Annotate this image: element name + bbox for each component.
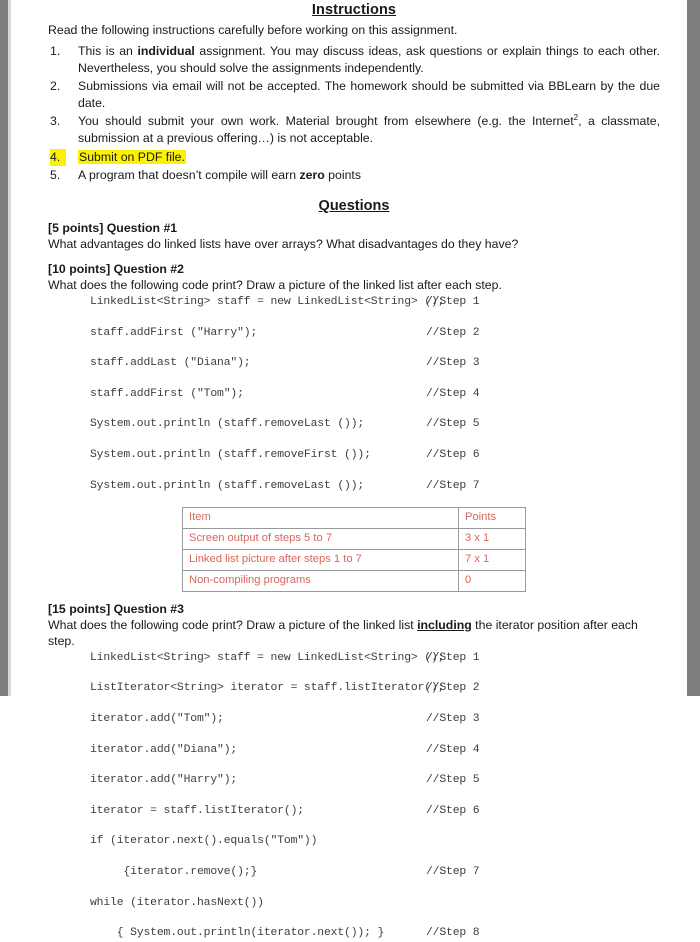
rubric-cell-item: Item: [182, 506, 459, 529]
questions-heading: Questions: [318, 198, 390, 214]
code-line: iterator.add("Harry"); //Step 5: [90, 773, 660, 788]
code-line-source: ListIterator<String> iterator = staff.li…: [90, 682, 445, 695]
scan-left-edge: [0, 0, 8, 696]
rubric-body: Item Points Screen output of steps 5 to 73…: [182, 506, 526, 592]
question-2-rubric-table: Item Points Screen output of steps 5 to 73…: [182, 506, 526, 592]
instruction-item-2: Submissions via email will not be accept…: [48, 78, 660, 112]
code-line-source: LinkedList<String> staff = new LinkedLis…: [90, 296, 445, 308]
code-line-step-comment: //Step 1: [426, 296, 480, 308]
code-line-step-comment: //Step 7: [426, 866, 480, 879]
instructions-lead: Read the following instructions carefull…: [48, 23, 458, 37]
code-line: System.out.println (staff.removeLast ())…: [90, 479, 660, 494]
code-line-step-comment: //Step 5: [426, 774, 480, 787]
code-line: System.out.println (staff.removeLast ())…: [90, 417, 660, 432]
code-line-step-comment: //Step 5: [426, 418, 480, 431]
code-line-source: iterator = staff.listIterator();: [90, 804, 304, 817]
code-line-source: iterator.add("Harry");: [90, 774, 238, 787]
code-line: { System.out.println(iterator.next()); }…: [90, 926, 660, 941]
code-line: LinkedList<String> staff = new LinkedLis…: [90, 651, 660, 666]
question-3-body: What does the following code print? Draw…: [48, 617, 660, 649]
question-2-body: What does the following code print? Draw…: [48, 278, 502, 292]
rubric-cell-item: Screen output of steps 5 to 7: [182, 527, 459, 550]
code-line: LinkedList<String> staff = new LinkedLis…: [90, 295, 660, 310]
code-line-step-comment: //Step 8: [426, 927, 480, 940]
code-line-source: while (iterator.hasNext()): [90, 896, 264, 909]
code-line: if (iterator.next().equals("Tom")): [90, 834, 660, 849]
instruction-2-text: Submissions via email will not be accept…: [78, 79, 660, 110]
code-line: iterator.add("Tom"); //Step 3: [90, 712, 660, 727]
code-line: iterator = staff.listIterator(); //Step 6: [90, 804, 660, 819]
code-line: ListIterator<String> iterator = staff.li…: [90, 681, 660, 696]
rubric-cell-points: 3 x 1: [458, 527, 526, 550]
code-line: {iterator.remove();} //Step 7: [90, 865, 660, 880]
instruction-1-pre: This is an: [78, 44, 138, 58]
instruction-item-5: A program that doesn’t compile will earn…: [48, 167, 660, 184]
question-3-title: [15 points] Question #3: [48, 601, 184, 616]
question-2-title: [10 points] Question #2: [48, 262, 184, 276]
code-line: while (iterator.hasNext()): [90, 896, 660, 911]
document-content: Instructions Read the following instruct…: [48, 0, 660, 942]
code-line: staff.addLast ("Diana"); //Step 3: [90, 356, 660, 371]
code-line-step-comment: //Step 6: [426, 448, 480, 461]
code-line-step-comment: //Step 1: [426, 651, 480, 664]
question-2-block: [10 points] Question #2 What does the fo…: [48, 262, 660, 592]
instructions-heading: Instructions: [311, 2, 397, 18]
code-line-step-comment: //Step 7: [426, 479, 480, 492]
instructions-list: This is an individual assignment. You ma…: [48, 43, 660, 184]
scan-right-edge: [687, 0, 700, 696]
code-line-source: System.out.println (staff.removeFirst ()…: [90, 448, 371, 461]
question-1-block: [5 points] Question #1 What advantages d…: [48, 221, 660, 252]
document-page: Instructions Read the following instruct…: [0, 0, 700, 939]
instruction-item-4: Submit on PDF file.: [48, 149, 186, 166]
code-line-source: iterator.add("Diana");: [90, 743, 238, 756]
code-line-step-comment: //Step 3: [426, 357, 480, 370]
code-line-source: staff.addFirst ("Harry");: [90, 326, 258, 339]
code-line-step-comment: //Step 6: [426, 804, 480, 817]
code-line-source: System.out.println (staff.removeLast ())…: [90, 418, 365, 431]
code-line-source: System.out.println (staff.removeLast ())…: [90, 479, 365, 492]
instruction-4-text: Submit on PDF file.: [78, 150, 186, 164]
rubric-row: Screen output of steps 5 to 73 x 1: [182, 527, 526, 550]
rubric-row: Linked list picture after steps 1 to 77 …: [182, 548, 526, 571]
question-3-body-pre: What does the following code print? Draw…: [48, 617, 418, 632]
question-3-block: [15 points] Question #3 What does the fo…: [48, 602, 660, 942]
instruction-1-emphasis: individual: [137, 44, 195, 58]
rubric-cell-points: Points: [458, 506, 526, 529]
rubric-header-row: Item Points: [182, 506, 526, 529]
instruction-5-post: points: [324, 168, 361, 182]
rubric-cell-item: Linked list picture after steps 1 to 7: [182, 548, 459, 571]
rubric-cell-points: 7 x 1: [458, 548, 526, 571]
question-2-code-block: LinkedList<String> staff = new LinkedLis…: [48, 295, 660, 494]
question-2-rubric-wrapper: Item Points Screen output of steps 5 to 73…: [48, 506, 660, 592]
rubric-cell-item: Non-compiling programs: [182, 569, 459, 592]
code-line: System.out.println (staff.removeFirst ()…: [90, 448, 660, 463]
code-line-step-comment: //Step 4: [426, 387, 480, 400]
code-line-step-comment: //Step 2: [426, 326, 480, 339]
rubric-cell-points: 0: [458, 569, 526, 592]
code-line-step-comment: //Step 2: [426, 682, 480, 695]
code-line: staff.addFirst ("Tom"); //Step 4: [90, 387, 660, 402]
code-line-source: staff.addFirst ("Tom");: [90, 387, 244, 400]
question-1-title: [5 points] Question #1: [48, 221, 178, 235]
code-line-step-comment: //Step 4: [426, 743, 480, 756]
rubric-row: Non-compiling programs 0: [182, 569, 526, 592]
instruction-item-3: You should submit your own work. Materia…: [48, 113, 660, 147]
code-line: iterator.add("Diana"); //Step 4: [90, 743, 660, 758]
code-line-source: staff.addLast ("Diana");: [90, 357, 251, 370]
code-line-source: LinkedList<String> staff = new LinkedLis…: [90, 651, 445, 664]
code-line-source: if (iterator.next().equals("Tom")): [90, 835, 318, 848]
instruction-3-pre: You should submit your own work. Materia…: [78, 114, 574, 128]
question-1-body: What advantages do linked lists have ove…: [48, 237, 519, 251]
code-line-step-comment: //Step 3: [426, 713, 480, 726]
code-line-source: {iterator.remove();}: [90, 866, 258, 879]
instruction-item-1: This is an individual assignment. You ma…: [48, 43, 660, 77]
page-sheet: Instructions Read the following instruct…: [11, 0, 687, 939]
question-3-body-emphasis: including: [417, 617, 472, 632]
instruction-5-pre: A program that doesn’t compile will earn: [78, 168, 300, 182]
code-line-source: { System.out.println(iterator.next()); }: [90, 927, 385, 940]
instruction-5-emphasis: zero: [299, 168, 325, 182]
question-3-code-block: LinkedList<String> staff = new LinkedLis…: [48, 651, 660, 942]
code-line: staff.addFirst ("Harry"); //Step 2: [90, 326, 660, 341]
code-line-source: iterator.add("Tom");: [90, 713, 224, 726]
